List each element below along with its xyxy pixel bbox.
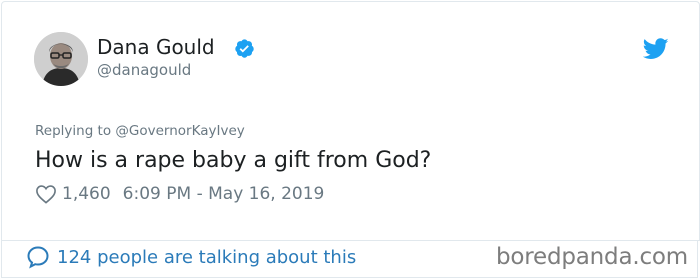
tweet-text: How is a rape baby a gift from God? xyxy=(35,148,432,173)
user-handle[interactable]: @danagould xyxy=(97,60,191,80)
conversation-text[interactable]: 124 people are talking about this xyxy=(57,247,356,268)
avatar[interactable] xyxy=(34,32,88,86)
twitter-bird-icon[interactable] xyxy=(643,38,669,60)
like-count[interactable]: 1,460 xyxy=(62,184,111,204)
tweet-card: Dana Gould @danagould Replying to @Gover… xyxy=(1,1,700,241)
tweet-meta: 1,460 6:09 PM - May 16, 2019 xyxy=(35,182,324,206)
replying-prefix: Replying to xyxy=(35,123,116,139)
conversation-link[interactable]: 124 people are talking about this xyxy=(26,245,356,269)
heart-icon[interactable] xyxy=(35,184,57,204)
display-name[interactable]: Dana Gould xyxy=(97,34,215,60)
verified-badge-icon xyxy=(235,39,254,58)
replying-to: Replying to @GovernorKayIvey xyxy=(35,122,245,140)
speech-bubble-icon xyxy=(27,246,49,269)
avatar-portrait xyxy=(34,32,88,86)
watermark: boredpanda.com xyxy=(496,244,688,270)
replying-to-handle[interactable]: @GovernorKayIvey xyxy=(115,123,244,139)
tweet-timestamp[interactable]: 6:09 PM - May 16, 2019 xyxy=(123,184,325,204)
